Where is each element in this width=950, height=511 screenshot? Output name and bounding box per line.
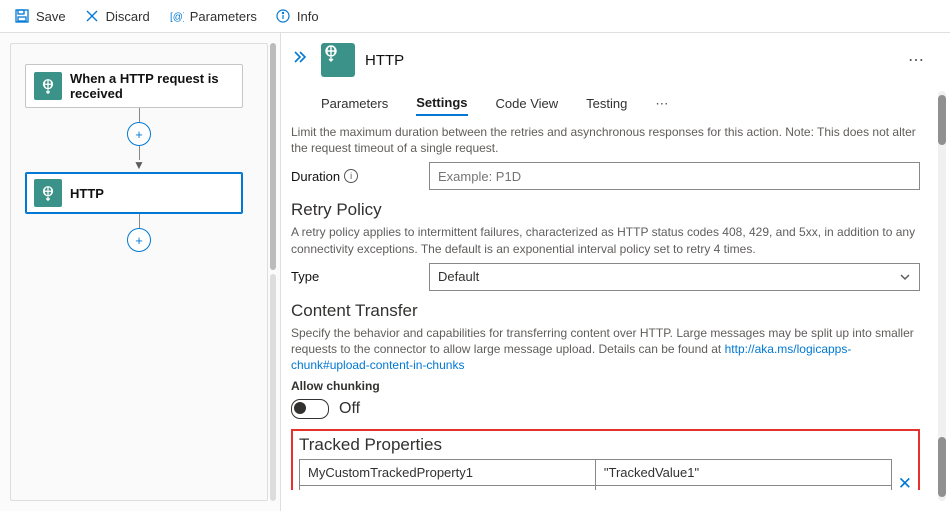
retry-type-select[interactable]: Default	[429, 263, 920, 291]
retry-policy-description: A retry policy applies to intermittent f…	[291, 224, 920, 256]
globe-down-icon	[34, 179, 62, 207]
arrow-down-icon: ▼	[133, 158, 145, 172]
panel-scrollbar[interactable]	[938, 91, 946, 501]
panel-more-button[interactable]: ⋯	[908, 50, 924, 70]
discard-label: Discard	[106, 9, 150, 24]
close-icon	[84, 8, 100, 24]
trigger-node-title: When a HTTP request is received	[70, 71, 234, 101]
parameters-button[interactable]: [@] Parameters	[162, 6, 263, 26]
trigger-node[interactable]: When a HTTP request is received	[25, 64, 243, 108]
allow-chunking-toggle[interactable]	[291, 399, 329, 419]
allow-chunking-state: Off	[339, 400, 360, 418]
save-label: Save	[36, 9, 66, 24]
duration-description: Limit the maximum duration between the r…	[291, 124, 920, 156]
collapse-panel-button[interactable]	[291, 49, 307, 70]
action-settings-panel: HTTP ⋯ Parameters Settings Code View Tes…	[281, 33, 950, 511]
chevron-down-icon	[899, 271, 911, 283]
info-button[interactable]: Info	[269, 6, 325, 26]
content-transfer-heading: Content Transfer	[291, 301, 920, 321]
connector: + ▼	[25, 108, 253, 172]
http-node-title: HTTP	[70, 186, 104, 201]
tracked-key-cell[interactable]: MyCustomTrackedProperty1	[308, 465, 473, 480]
tracked-properties-highlight: Tracked Properties MyCustomTrackedProper…	[291, 429, 920, 490]
canvas-scrollbar[interactable]	[270, 43, 276, 501]
table-row: MyCustomTrackedProperty1 "TrackedValue1"	[300, 460, 892, 486]
tabs-overflow-button[interactable]: ⋯	[655, 96, 668, 112]
panel-title: HTTP	[365, 52, 404, 69]
save-icon	[14, 8, 30, 24]
delete-row-button[interactable]: ✕	[898, 474, 912, 490]
command-bar: Save Discard [@] Parameters Info	[0, 0, 950, 33]
http-action-node[interactable]: HTTP	[25, 172, 243, 214]
discard-button[interactable]: Discard	[78, 6, 156, 26]
retry-type-label: Type	[291, 269, 319, 284]
retry-policy-heading: Retry Policy	[291, 200, 920, 220]
table-row: Key Value	[300, 486, 892, 490]
allow-chunking-label: Allow chunking	[291, 379, 920, 393]
connector-tail: +	[25, 214, 253, 252]
duration-input[interactable]	[429, 162, 920, 190]
globe-down-icon	[321, 43, 355, 77]
add-step-button[interactable]: +	[127, 122, 151, 146]
save-button[interactable]: Save	[8, 6, 72, 26]
info-label: Info	[297, 9, 319, 24]
tab-code-view[interactable]: Code View	[496, 92, 559, 115]
parameters-label: Parameters	[190, 9, 257, 24]
tracked-value-cell[interactable]: "TrackedValue1"	[604, 465, 699, 480]
duration-label: Duration	[291, 169, 340, 184]
svg-text:[@]: [@]	[170, 12, 184, 23]
info-icon	[275, 8, 291, 24]
tracked-properties-heading: Tracked Properties	[299, 435, 912, 455]
retry-type-value: Default	[438, 269, 479, 284]
designer-canvas[interactable]: When a HTTP request is received + ▼ HTTP…	[0, 33, 281, 511]
panel-tabs: Parameters Settings Code View Testing ⋯	[321, 91, 930, 116]
parameters-icon: [@]	[168, 8, 184, 24]
settings-content: Limit the maximum duration between the r…	[291, 120, 930, 490]
content-transfer-description: Specify the behavior and capabilities fo…	[291, 325, 920, 374]
tracked-properties-table: MyCustomTrackedProperty1 "TrackedValue1"…	[299, 459, 892, 490]
tab-settings[interactable]: Settings	[416, 91, 467, 116]
tab-testing[interactable]: Testing	[586, 92, 627, 115]
tab-parameters[interactable]: Parameters	[321, 92, 388, 115]
info-icon[interactable]: i	[344, 169, 358, 183]
chevron-double-right-icon	[291, 49, 307, 65]
globe-down-icon	[34, 72, 62, 100]
add-step-button-bottom[interactable]: +	[127, 228, 151, 252]
